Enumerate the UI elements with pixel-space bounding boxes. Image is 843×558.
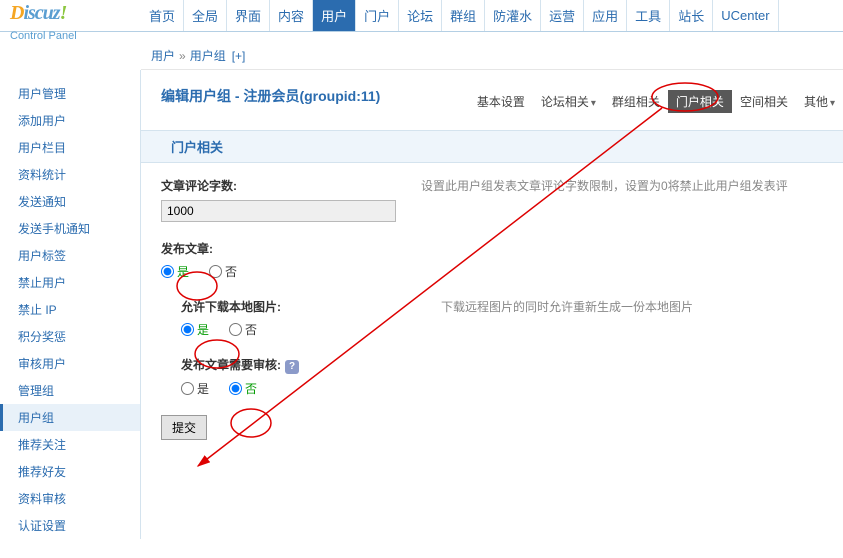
sidebar-item-3[interactable]: 资料统计	[0, 161, 140, 188]
sidebar-item-4[interactable]: 发送通知	[0, 188, 140, 215]
sidebar-item-13[interactable]: 推荐关注	[0, 431, 140, 458]
hint-download-local: 下载远程图片的同时允许重新生成一份本地图片	[441, 298, 843, 338]
radio-review-yes[interactable]: 是	[181, 380, 209, 397]
radio-download-no[interactable]: 否	[229, 321, 257, 338]
sidebar-item-0[interactable]: 用户管理	[0, 80, 140, 107]
section-title: 门户相关	[141, 130, 843, 163]
sidebar-item-9[interactable]: 积分奖惩	[0, 323, 140, 350]
sidebar-item-12[interactable]: 用户组	[0, 404, 140, 431]
chevron-down-icon: ▾	[830, 98, 835, 109]
field-comment-chars: 文章评论字数: 设置此用户组发表文章评论字数限制，设置为0将禁止此用户组发表评	[161, 177, 843, 222]
radio-publish-no[interactable]: 否	[209, 263, 237, 280]
breadcrumb-add[interactable]: [+]	[232, 49, 246, 63]
page-title: 编辑用户组 - 注册会员(groupid:11)	[161, 86, 380, 106]
nav-工具[interactable]: 工具	[627, 0, 670, 31]
label-need-review: 发布文章需要审核:?	[181, 356, 441, 374]
logo: Discuz!	[0, 0, 141, 31]
sidebar-item-14[interactable]: 推荐好友	[0, 458, 140, 485]
nav-门户[interactable]: 门户	[356, 0, 399, 31]
top-nav: 首页全局界面内容用户门户论坛群组防灌水运营应用工具站长UCenter	[141, 0, 843, 31]
breadcrumb-usergroup[interactable]: 用户组	[190, 47, 226, 64]
nav-首页[interactable]: 首页	[141, 0, 184, 31]
radio-download-yes[interactable]: 是	[181, 321, 209, 338]
sidebar-item-10[interactable]: 审核用户	[0, 350, 140, 377]
nav-应用[interactable]: 应用	[584, 0, 627, 31]
tab-群组相关[interactable]: 群组相关	[604, 90, 668, 113]
chevron-down-icon: ▾	[591, 98, 596, 109]
label-download-local: 允许下载本地图片:	[181, 298, 441, 315]
radio-publish-yes[interactable]: 是	[161, 263, 189, 280]
label-comment-chars: 文章评论字数:	[161, 177, 421, 194]
logo-subtitle: Control Panel	[0, 30, 843, 42]
field-download-local: 允许下载本地图片: 是 否 下载远程图片的同时允许重新生成一份本地图片	[161, 298, 843, 338]
sidebar-item-6[interactable]: 用户标签	[0, 242, 140, 269]
radio-review-no[interactable]: 否	[229, 380, 257, 397]
nav-界面[interactable]: 界面	[227, 0, 270, 31]
submit-button[interactable]: 提交	[161, 415, 207, 440]
tab-空间相关[interactable]: 空间相关	[732, 90, 796, 113]
nav-站长[interactable]: 站长	[670, 0, 713, 31]
field-publish: 发布文章: 是 否	[161, 240, 843, 280]
field-need-review: 发布文章需要审核:? 是 否	[161, 356, 843, 397]
tab-门户相关[interactable]: 门户相关	[668, 90, 732, 113]
tabs: 基本设置论坛相关▾群组相关门户相关空间相关其他▾	[469, 90, 843, 113]
nav-论坛[interactable]: 论坛	[399, 0, 442, 31]
tab-基本设置[interactable]: 基本设置	[469, 90, 533, 113]
hint-comment-chars: 设置此用户组发表文章评论字数限制，设置为0将禁止此用户组发表评	[421, 177, 843, 222]
label-publish: 发布文章:	[161, 240, 421, 257]
nav-用户[interactable]: 用户	[313, 0, 356, 31]
sidebar: 用户管理添加用户用户栏目资料统计发送通知发送手机通知用户标签禁止用户禁止 IP积…	[0, 70, 141, 539]
input-comment-chars[interactable]	[161, 200, 396, 222]
nav-运营[interactable]: 运营	[541, 0, 584, 31]
breadcrumb-user[interactable]: 用户	[151, 47, 175, 64]
tab-其他[interactable]: 其他▾	[796, 90, 843, 113]
nav-UCenter[interactable]: UCenter	[713, 0, 778, 31]
help-icon[interactable]: ?	[285, 360, 299, 374]
sidebar-item-2[interactable]: 用户栏目	[0, 134, 140, 161]
sidebar-item-8[interactable]: 禁止 IP	[0, 296, 140, 323]
tab-论坛相关[interactable]: 论坛相关▾	[533, 90, 604, 113]
sidebar-item-11[interactable]: 管理组	[0, 377, 140, 404]
sidebar-item-5[interactable]: 发送手机通知	[0, 215, 140, 242]
sidebar-item-16[interactable]: 认证设置	[0, 512, 140, 539]
nav-全局[interactable]: 全局	[184, 0, 227, 31]
sidebar-item-7[interactable]: 禁止用户	[0, 269, 140, 296]
main-content: 编辑用户组 - 注册会员(groupid:11) 基本设置论坛相关▾群组相关门户…	[141, 70, 843, 539]
nav-防灌水[interactable]: 防灌水	[485, 0, 541, 31]
nav-群组[interactable]: 群组	[442, 0, 485, 31]
breadcrumb: 用户 » 用户组 [+]	[141, 42, 843, 70]
nav-内容[interactable]: 内容	[270, 0, 313, 31]
sidebar-item-15[interactable]: 资料审核	[0, 485, 140, 512]
sidebar-item-1[interactable]: 添加用户	[0, 107, 140, 134]
